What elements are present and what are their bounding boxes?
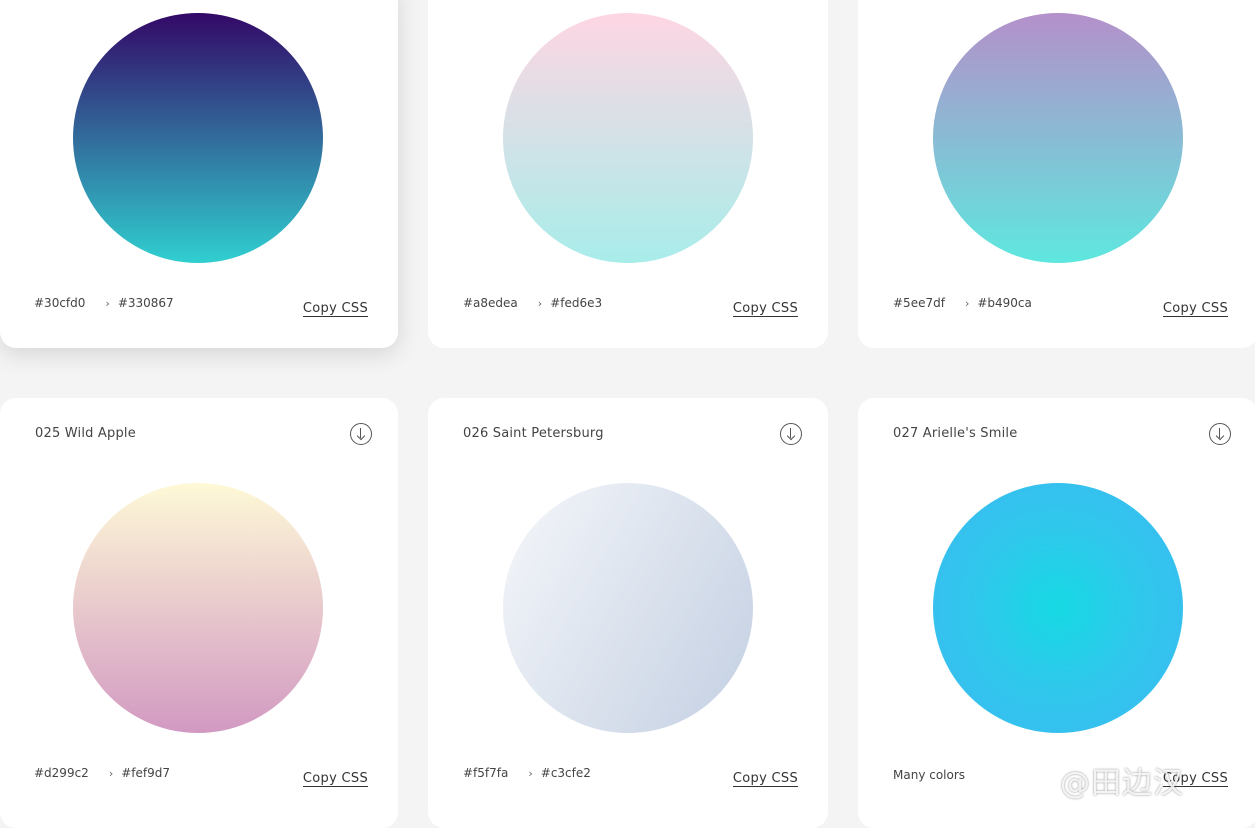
gradient-card: #a8edea › #fed6e3 Copy CSS (428, 0, 828, 348)
gradient-colors: #a8edea › #fed6e3 (463, 296, 602, 310)
color-to[interactable]: #fed6e3 (550, 296, 602, 310)
gradient-card: 027 Arielle's Smile Many colors Copy CSS (858, 398, 1255, 828)
gradient-title: 027 Arielle's Smile (893, 426, 1018, 441)
watermark: @田边汉 (1060, 766, 1184, 801)
copy-css-button[interactable]: Copy CSS (1162, 301, 1228, 317)
many-colors-label: Many colors (893, 768, 966, 782)
gradient-preview-circle[interactable] (933, 483, 1183, 733)
gradient-preview-circle[interactable] (73, 13, 323, 263)
gradient-card: #30cfd0 › #330867 Copy CSS (0, 0, 398, 348)
gradient-title: 025 Wild Apple (35, 426, 136, 441)
arrow-icon: › (964, 296, 970, 310)
color-to[interactable]: #330867 (118, 296, 174, 310)
arrow-icon: › (537, 296, 543, 310)
color-from[interactable]: #5ee7df (893, 296, 945, 310)
arrow-icon: › (105, 296, 110, 310)
gradient-card: #5ee7df › #b490ca Copy CSS (858, 0, 1255, 348)
color-to[interactable]: #b490ca (977, 296, 1032, 310)
gradient-colors: #f5f7fa › #c3cfe2 (463, 766, 591, 780)
copy-css-button[interactable]: Copy CSS (302, 301, 368, 317)
color-from[interactable]: #30cfd0 (34, 296, 85, 310)
copy-css-button[interactable]: Copy CSS (732, 301, 798, 317)
gradient-colors: #5ee7df › #b490ca (893, 296, 1032, 310)
color-to[interactable]: #fef9d7 (121, 766, 170, 780)
gradient-preview-circle[interactable] (73, 483, 323, 733)
gradient-colors: #d299c2 › #fef9d7 (34, 766, 170, 780)
download-circle-icon[interactable] (1209, 423, 1231, 445)
gradient-card: 026 Saint Petersburg #f5f7fa › #c3cfe2 C… (428, 398, 828, 828)
gradient-card: 025 Wild Apple #d299c2 › #fef9d7 Copy CS… (0, 398, 398, 828)
color-from[interactable]: #d299c2 (34, 766, 89, 780)
gradient-colors: #30cfd0 › #330867 (34, 296, 174, 310)
copy-css-button[interactable]: Copy CSS (302, 771, 368, 787)
arrow-icon: › (108, 766, 114, 780)
gradient-title: 026 Saint Petersburg (463, 426, 604, 441)
color-to[interactable]: #c3cfe2 (541, 766, 591, 780)
gradient-preview-circle[interactable] (503, 13, 753, 263)
download-circle-icon[interactable] (780, 423, 802, 445)
gradient-preview-circle[interactable] (933, 13, 1183, 263)
copy-css-button[interactable]: Copy CSS (732, 771, 798, 787)
download-circle-icon[interactable] (350, 423, 372, 445)
color-from[interactable]: #f5f7fa (463, 766, 508, 780)
color-from[interactable]: #a8edea (463, 296, 518, 310)
arrow-icon: › (528, 766, 533, 780)
gradient-preview-circle[interactable] (503, 483, 753, 733)
